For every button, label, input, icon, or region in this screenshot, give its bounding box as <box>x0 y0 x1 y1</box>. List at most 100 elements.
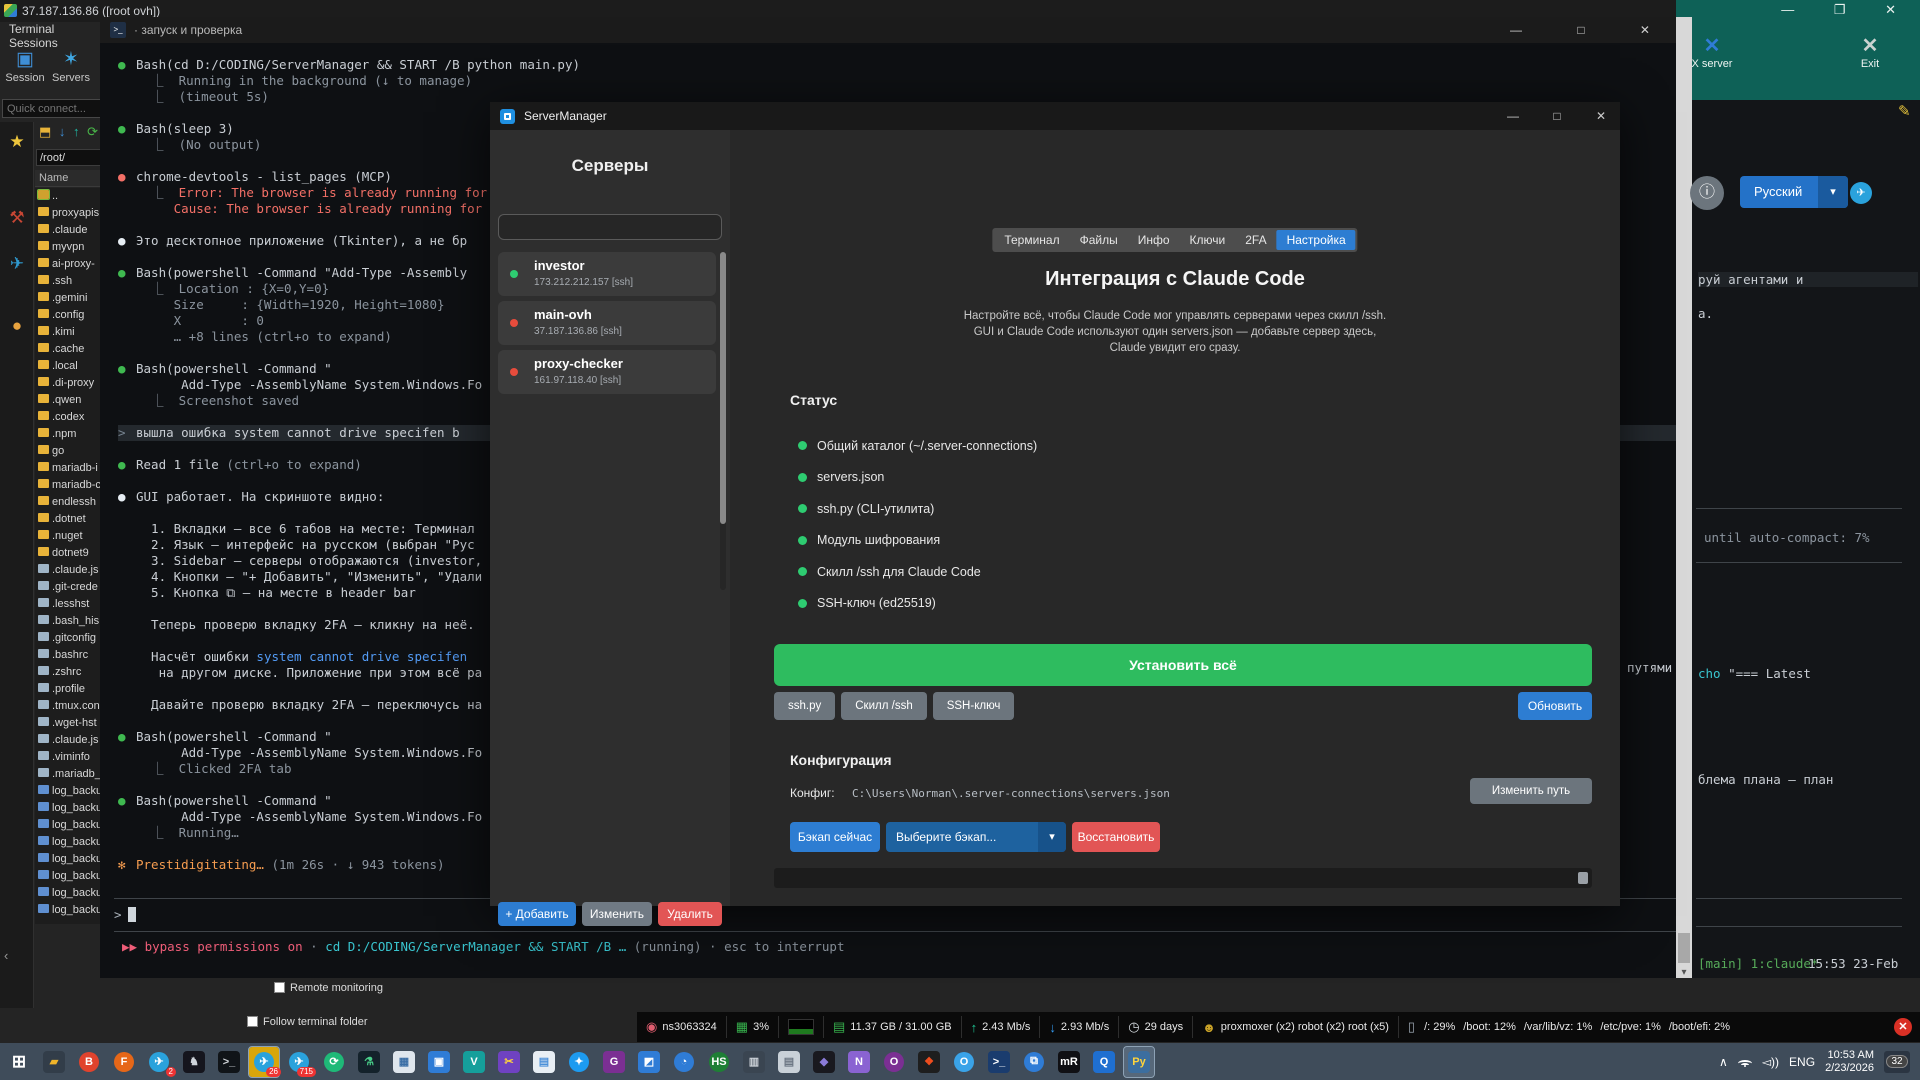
brave-icon[interactable]: B <box>74 1047 104 1077</box>
exit-button[interactable]: ✕ Exit <box>1842 34 1898 70</box>
file-name: .nuget <box>52 530 83 542</box>
scrollbar-thumb[interactable] <box>1678 933 1690 963</box>
o-ring-icon[interactable]: O <box>879 1047 909 1077</box>
tab[interactable]: Инфо <box>1128 230 1180 250</box>
wifi-icon[interactable] <box>1737 1057 1752 1067</box>
telegram-alt-icon[interactable]: ✈ 715 <box>284 1047 316 1077</box>
tray-clock[interactable]: 10:53 AM 2/23/2026 <box>1825 1049 1874 1075</box>
remote-monitoring-checkbox[interactable]: Remote monitoring <box>274 982 383 994</box>
mremote-icon[interactable]: mR <box>1054 1047 1084 1077</box>
tray-expand-icon[interactable]: ∧ <box>1719 1055 1728 1069</box>
mobaxterm-icon[interactable]: ▥ <box>739 1047 769 1077</box>
v-app-icon[interactable]: V <box>459 1047 489 1077</box>
photos-icon[interactable]: ◩ <box>634 1047 664 1077</box>
cutter-icon[interactable]: ✂ <box>494 1047 524 1077</box>
delete-server-button[interactable]: Удалить <box>658 902 722 926</box>
refresh-icon[interactable]: ⟳ <box>87 124 98 139</box>
edit-server-button[interactable]: Изменить <box>582 902 652 926</box>
blue-round-icon[interactable]: ◔ <box>669 1047 699 1077</box>
cmd-icon[interactable]: >_ <box>214 1047 244 1077</box>
backup-select[interactable]: Выберите бэкап... ▾ <box>886 822 1066 852</box>
backup-now-button[interactable]: Бэкап сейчас <box>790 822 880 852</box>
terminal-titlebar[interactable]: >_ · запуск и проверка — □ ✕ <box>100 17 1692 43</box>
monitor-close-button[interactable]: ✕ <box>1894 1018 1912 1036</box>
folder-up-icon[interactable]: ⬒ <box>39 124 51 139</box>
maximize-button[interactable]: □ <box>1540 102 1574 130</box>
scroll-left-arrow[interactable]: ‹ <box>4 948 8 963</box>
info-button[interactable]: ⓘ <box>1690 176 1724 210</box>
ball-icon[interactable]: ● <box>0 316 34 336</box>
notion-icon[interactable]: N <box>844 1047 874 1077</box>
tab[interactable]: Ключи <box>1180 230 1236 250</box>
win-app-icon[interactable]: ▣ <box>424 1047 454 1077</box>
game-icon[interactable]: ♞ <box>179 1047 209 1077</box>
tab[interactable]: Файлы <box>1070 230 1128 250</box>
servermanager-titlebar[interactable]: ServerManager — □ ✕ <box>490 102 1620 130</box>
install-all-button[interactable]: Установить всё <box>774 644 1592 686</box>
component-button[interactable]: SSH-ключ <box>932 692 1015 720</box>
mobaxterm-window-controls[interactable]: — ❐ ✕ <box>1781 2 1914 18</box>
upload-icon[interactable]: ↑ <box>73 124 80 139</box>
favorites-star-icon[interactable]: ★ <box>0 132 34 152</box>
file-explorer-icon[interactable]: ▰ <box>39 1047 69 1077</box>
g-app-icon[interactable]: G <box>599 1047 629 1077</box>
tab[interactable]: Настройка <box>1276 230 1356 250</box>
file-type-icon <box>38 241 49 250</box>
language-select[interactable]: Русский ▾ <box>1740 176 1848 208</box>
refresh-button[interactable]: Обновить <box>1518 692 1592 720</box>
x-server-button[interactable]: ✕ X server <box>1684 34 1740 70</box>
quick-utmo-icon[interactable]: Q <box>1089 1047 1119 1077</box>
server-search-input[interactable] <box>498 214 722 240</box>
telegram-desktop-icon[interactable]: ✈ <box>1850 182 1872 204</box>
obsidian-icon[interactable]: ◆ <box>809 1047 839 1077</box>
terminal-scrollbar[interactable]: ▾ <box>1676 17 1692 978</box>
powershell-icon[interactable]: >_ <box>984 1047 1014 1077</box>
status-item-label: SSH-ключ (ed25519) <box>817 596 936 611</box>
tab[interactable]: Терминал <box>994 230 1069 250</box>
opera-icon[interactable]: O <box>949 1047 979 1077</box>
follow-terminal-folder-checkbox[interactable]: Follow terminal folder <box>247 1016 368 1028</box>
language-indicator[interactable]: ENG <box>1789 1055 1815 1069</box>
start-button[interactable]: ⊞ <box>4 1047 34 1077</box>
firefox-icon[interactable]: F <box>109 1047 139 1077</box>
sysmon-icon[interactable]: ▤ <box>774 1047 804 1077</box>
hs-icon[interactable]: HS <box>704 1047 734 1077</box>
file-type-icon <box>38 445 49 454</box>
session-button[interactable]: ▣ Session <box>2 48 48 84</box>
add-server-button[interactable]: + Добавить <box>498 902 576 926</box>
component-button[interactable]: ssh.py <box>774 692 836 720</box>
notification-center-button[interactable]: 32 <box>1884 1050 1910 1073</box>
server-list-item[interactable]: investor 173.212.212.157 [ssh] <box>498 252 716 296</box>
change-path-button[interactable]: Изменить путь <box>1470 778 1592 804</box>
scrollbar-thumb[interactable] <box>1578 872 1588 884</box>
log-scroll-box[interactable] <box>774 868 1592 888</box>
download-icon[interactable]: ↓ <box>59 124 66 139</box>
calculator-icon[interactable]: ▦ <box>389 1047 419 1077</box>
speaker-icon[interactable]: ◅)) <box>1762 1055 1779 1069</box>
figma-icon[interactable]: ❖ <box>914 1047 944 1077</box>
bird-icon[interactable]: ✦ <box>564 1047 594 1077</box>
lab-icon[interactable]: ⚗ <box>354 1047 384 1077</box>
telegram-icon[interactable]: ✈ 2 <box>144 1047 176 1077</box>
minimize-button[interactable]: — <box>1496 102 1530 130</box>
telegram-gold-icon[interactable]: ✈ 26 <box>248 1045 281 1078</box>
server-list-scrollbar[interactable] <box>720 252 726 590</box>
component-button[interactable]: Скилл /ssh <box>841 692 927 720</box>
python-icon[interactable]: Py <box>1123 1045 1155 1078</box>
terminal-window-controls[interactable]: — □ ✕ <box>1510 17 1676 43</box>
scrollbar-thumb[interactable] <box>720 252 726 524</box>
notepad-icon[interactable]: ▤ <box>529 1047 559 1077</box>
restore-button[interactable]: Восстановить <box>1072 822 1160 852</box>
server-list-item[interactable]: proxy-checker 161.97.118.40 [ssh] <box>498 350 716 394</box>
remote-desktop-icon[interactable]: ⧉ <box>1019 1047 1049 1077</box>
server-list-item[interactable]: main-ovh 37.187.136.86 [ssh] <box>498 301 716 345</box>
paper-plane-icon[interactable]: ✈ <box>0 254 34 274</box>
tab[interactable]: 2FA <box>1235 230 1276 250</box>
close-button[interactable]: ✕ <box>1584 102 1618 130</box>
menu-terminal[interactable]: Terminal <box>9 22 54 36</box>
tools-icon[interactable]: ⚒ <box>0 208 34 228</box>
servers-button[interactable]: ✶ Servers <box>48 48 94 84</box>
pencil-icon[interactable]: ✎ <box>1898 102 1911 120</box>
scrollbar-down-arrow[interactable]: ▾ <box>1676 967 1692 978</box>
sync-icon[interactable]: ⟳ <box>319 1047 349 1077</box>
